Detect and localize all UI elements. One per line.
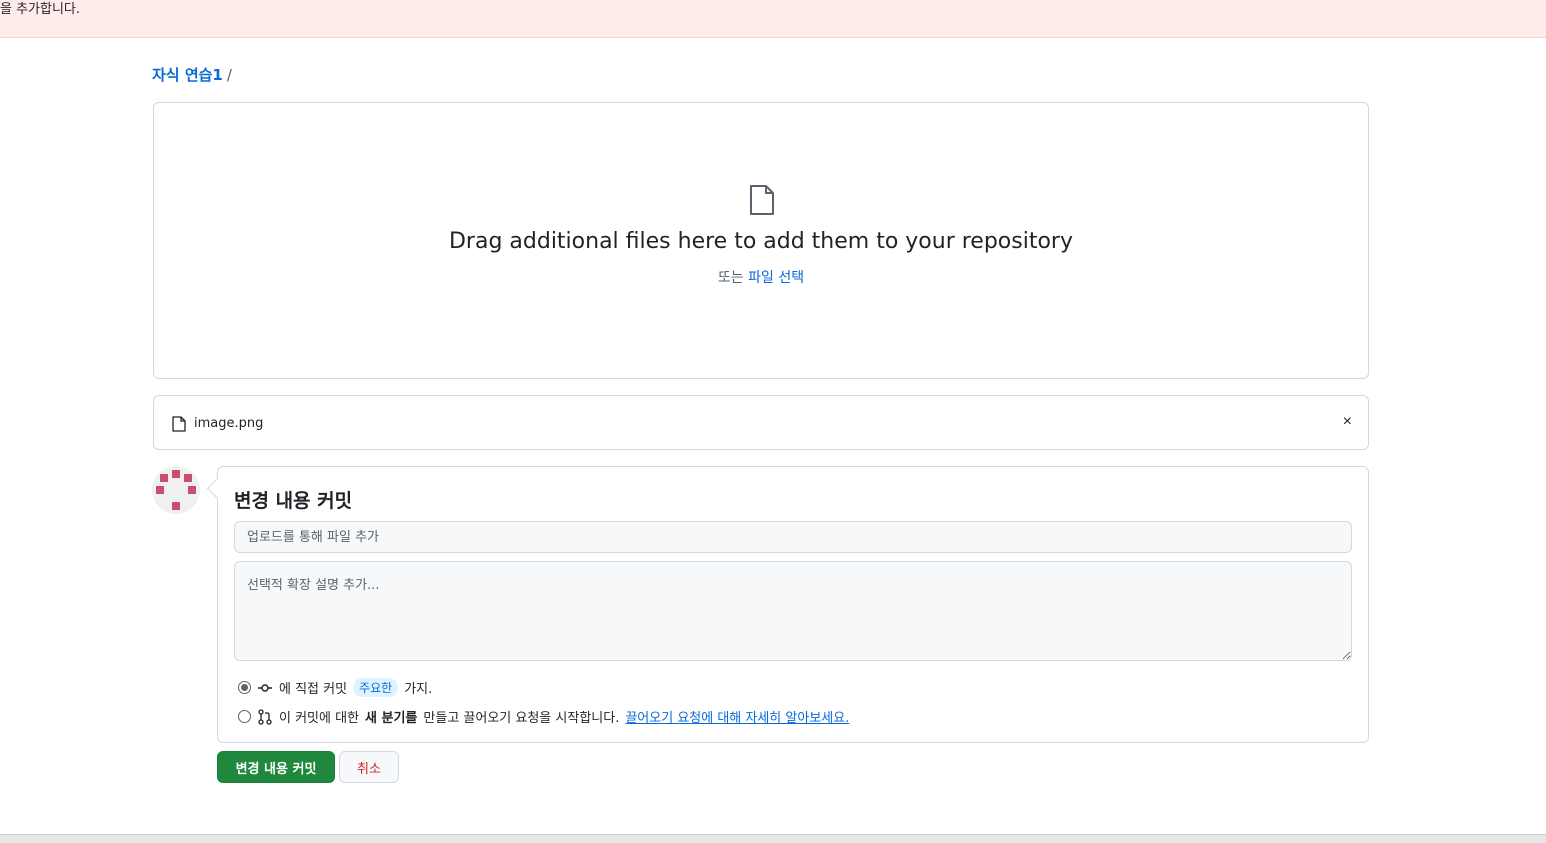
or-text: 또는 xyxy=(717,270,744,286)
cancel-button[interactable]: 취소 xyxy=(339,751,399,783)
new-branch-prefix: 이 커밋에 대한 xyxy=(279,711,360,726)
new-branch-option[interactable]: 이 커밋에 대한 새 분기를 만들고 끌어오기 요청을 시작합니다. 끌어오기 … xyxy=(238,707,849,726)
dropzone-or-line: 또는 파일 선택 xyxy=(154,267,1368,287)
direct-commit-text: 에 직접 커밋 xyxy=(279,682,348,697)
commit-direct-radio[interactable] xyxy=(238,681,251,694)
uploaded-file-name: image.png xyxy=(194,416,264,431)
pull-request-learn-more-link[interactable]: 끌어오기 요청에 대해 자세히 알아보세요. xyxy=(625,707,849,726)
file-icon xyxy=(750,185,774,215)
commit-summary-input[interactable] xyxy=(234,521,1352,553)
banner-text: 을 추가합니다. xyxy=(0,2,81,17)
uploaded-file-row: image.png × xyxy=(153,395,1369,450)
new-branch-radio[interactable] xyxy=(238,710,251,723)
remove-file-button[interactable]: × xyxy=(1343,413,1352,431)
branch-badge: 주요한 xyxy=(353,678,399,697)
file-icon xyxy=(172,416,186,432)
breadcrumb-separator: / xyxy=(226,66,232,84)
new-branch-bold: 새 분기를 xyxy=(365,711,418,726)
breadcrumb-repo-link[interactable]: 자식 연습1 xyxy=(152,66,223,84)
pull-request-icon xyxy=(258,708,272,725)
error-banner: 을 추가합니다. xyxy=(0,0,1546,38)
breadcrumb: 자식 연습1/ xyxy=(152,64,232,85)
dropzone-heading: Drag additional files here to add them t… xyxy=(448,229,1073,254)
commit-direct-option[interactable]: 에 직접 커밋 주요한 가지. xyxy=(238,678,432,697)
commit-form: 변경 내용 커밋 에 직접 커밋 주요한 가지. 이 커밋에 대한 새 분기를 … xyxy=(217,466,1369,743)
taskbar-strip xyxy=(0,834,1546,843)
commit-icon xyxy=(258,683,272,692)
file-dropzone[interactable]: Drag additional files here to add them t… xyxy=(153,102,1369,379)
commit-description-textarea[interactable] xyxy=(234,561,1352,661)
choose-files-link[interactable]: 파일 선택 xyxy=(748,270,804,286)
commit-changes-button[interactable]: 변경 내용 커밋 xyxy=(217,751,335,783)
new-branch-middle: 만들고 끌어오기 요청을 시작합니다. xyxy=(423,711,620,726)
avatar xyxy=(152,466,200,514)
commit-title: 변경 내용 커밋 xyxy=(234,490,353,512)
direct-commit-suffix: 가지. xyxy=(404,682,433,697)
